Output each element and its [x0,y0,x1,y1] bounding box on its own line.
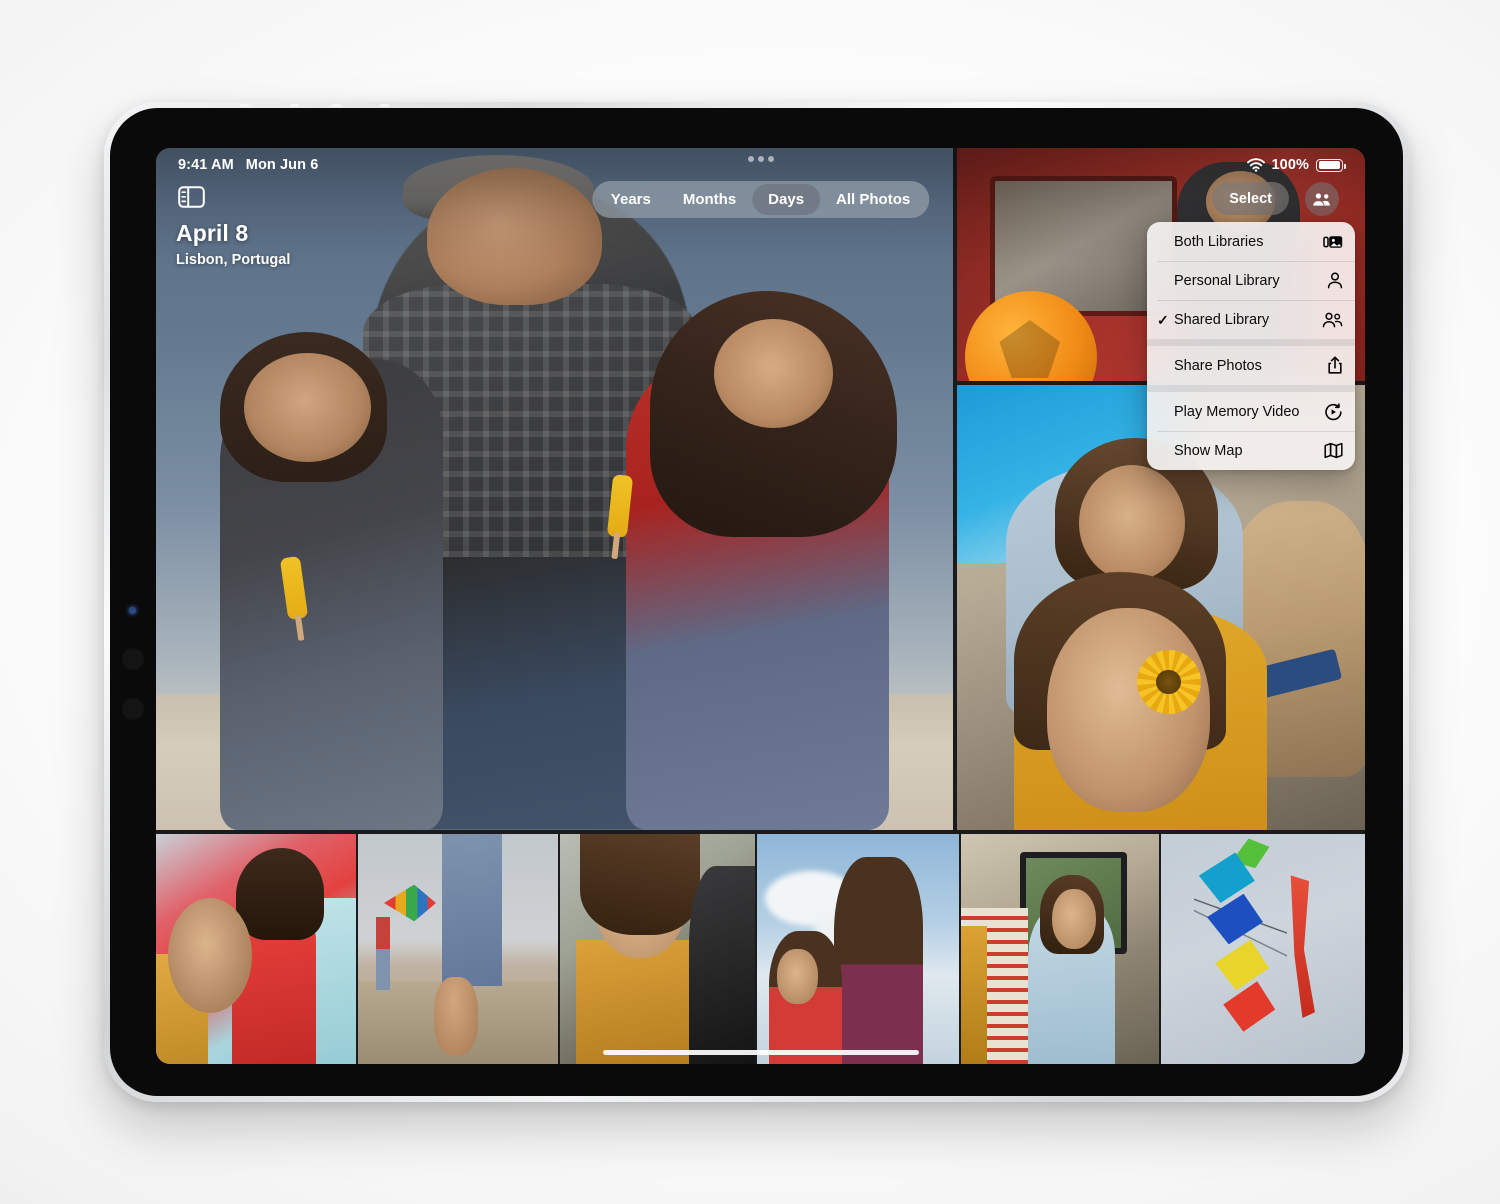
thumb-girl-car-window[interactable] [560,834,755,1064]
menu-item-share-photos[interactable]: Share Photos [1147,346,1355,385]
menu-item-label: Both Libraries [1174,233,1264,250]
ipad-screen: 9:41 AM Mon Jun 6 100% April 8 Lisbon, P… [156,148,1365,1064]
status-time: 9:41 AM [178,157,234,173]
thumb-kite-beach-feet-art [358,834,558,1064]
device-mic-hole [240,104,249,107]
menu-item-label: Shared Library [1174,311,1270,328]
thumb-girl-car-window-art [560,834,755,1064]
status-date: Mon Jun 6 [245,157,319,173]
tab-years[interactable]: Years [595,184,667,215]
menu-separator [1147,339,1355,346]
menu-item-play-memory-video[interactable]: Play Memory Video [1147,392,1355,431]
device-mic-hole [332,104,341,107]
menu-separator [1147,385,1355,392]
battery-icon [1316,158,1346,172]
thumb-kite-beach-feet[interactable] [358,834,558,1064]
both-libraries-icon [1321,234,1343,250]
thumb-girl-bus-window-art [961,834,1159,1064]
share-icon [1321,356,1343,375]
menu-item-label: Show Map [1174,442,1243,459]
menu-item-label: Share Photos [1174,357,1262,374]
status-bar-left: 9:41 AM Mon Jun 6 [178,157,318,173]
status-bar: 9:41 AM Mon Jun 6 100% [156,148,1365,182]
multitask-handle-icon[interactable] [747,156,774,162]
thumb-kites-sky[interactable] [1161,834,1365,1064]
menu-check-shared-library: ✓ [1157,311,1169,328]
thumb-girls-resting-art [156,834,356,1064]
menu-item-show-map[interactable]: Show Map [1147,431,1355,470]
select-button[interactable]: Select [1212,182,1289,215]
sensor-mark [122,648,144,670]
tab-days[interactable]: Days [752,184,821,215]
thumb-girls-sky-art [757,834,959,1064]
person-icon [1321,272,1343,289]
timeline-segmented-control[interactable]: Years Months Days All Photos [591,181,930,218]
thumb-girls-resting[interactable] [156,834,356,1064]
day-header: April 8 Lisbon, Portugal [176,220,290,268]
tab-all-photos[interactable]: All Photos [820,184,926,215]
map-icon [1321,442,1343,459]
screenshot-canvas: 9:41 AM Mon Jun 6 100% April 8 Lisbon, P… [0,0,1500,1204]
tab-months[interactable]: Months [667,184,752,215]
shared-library-people-icon[interactable] [1305,182,1339,216]
play-memory-icon [1321,402,1343,421]
library-context-menu[interactable]: Both Libraries Personal Library ✓ Shared… [1147,222,1355,470]
page-title: April 8 [176,220,249,246]
thumb-kites-sky-art [1161,834,1365,1064]
two-people-icon [1321,312,1343,328]
menu-item-label: Personal Library [1174,272,1280,289]
device-mic-hole [380,104,389,107]
front-camera-icon [122,698,144,720]
menu-item-label: Play Memory Video [1174,403,1300,420]
menu-item-both-libraries[interactable]: Both Libraries [1147,222,1355,261]
status-bar-right: 100% [1246,157,1346,173]
thumb-girl-bus-window[interactable] [961,834,1159,1064]
home-indicator[interactable] [602,1050,919,1055]
ipad-bezel: 9:41 AM Mon Jun 6 100% April 8 Lisbon, P… [110,104,1403,1096]
wifi-icon [1246,158,1265,172]
page-subtitle-location: Lisbon, Portugal [176,252,291,268]
device-mic-hole [290,104,299,107]
battery-percent-label: 100% [1271,157,1309,173]
menu-item-personal-library[interactable]: Personal Library [1147,261,1355,300]
thumb-girls-sky[interactable] [757,834,959,1064]
sidebar-toggle-icon[interactable] [178,186,205,208]
status-led-indicator [129,607,136,614]
ipad-device-frame: 9:41 AM Mon Jun 6 100% April 8 Lisbon, P… [104,102,1409,1102]
menu-item-shared-library[interactable]: ✓ Shared Library [1147,300,1355,339]
